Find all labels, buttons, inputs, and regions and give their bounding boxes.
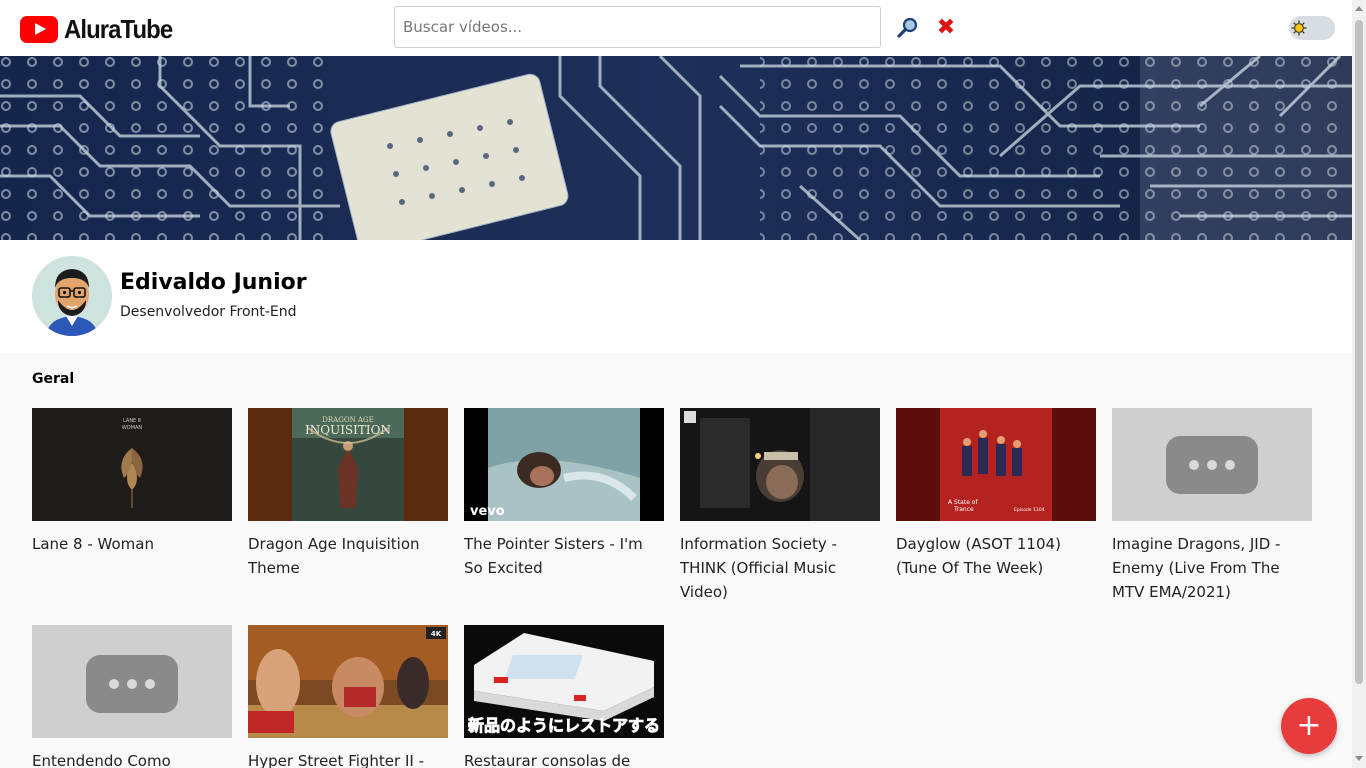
video-thumbnail[interactable]: A State of Trance Episode 1104 <box>896 408 1096 521</box>
svg-text:INQUISITION: INQUISITION <box>305 423 391 437</box>
video-thumbnail[interactable]: DRAGON AGE INQUISITION <box>248 408 448 521</box>
video-thumbnail[interactable]: 新品のようにレストアする <box>464 625 664 738</box>
search-button[interactable] <box>895 15 921 41</box>
circuit-board-image <box>0 56 1352 240</box>
svg-text:新品のようにレストアする: 新品のようにレストアする <box>468 716 660 735</box>
video-thumbnail[interactable] <box>680 408 880 521</box>
sun-icon <box>1291 20 1307 36</box>
video-title[interactable]: Dayglow (ASOT 1104) (Tune Of The Week) <box>896 532 1096 580</box>
video-title[interactable]: Entendendo Como ChatGPT <box>32 749 232 768</box>
svg-text:Episode 1104: Episode 1104 <box>1014 507 1045 513</box>
svg-text:A State of: A State of <box>948 499 978 506</box>
add-video-button[interactable]: + <box>1281 698 1337 754</box>
video-title[interactable]: Information Society - THINK (Official Mu… <box>680 532 880 604</box>
scroll-down-arrow-icon[interactable] <box>1355 756 1363 761</box>
video-thumbnail[interactable]: 4K <box>248 625 448 738</box>
page-scrollbar[interactable] <box>1352 0 1366 768</box>
video-card[interactable]: vevo The Pointer Sisters - I'm So Excite… <box>464 408 664 580</box>
magnifier-icon <box>897 17 918 38</box>
svg-text:vevo: vevo <box>470 504 505 519</box>
video-title[interactable]: Imagine Dragons, JID - Enemy (Live From … <box>1112 532 1312 604</box>
video-card[interactable]: Entendendo Como ChatGPT <box>32 625 232 768</box>
video-title[interactable]: Hyper Street Fighter II - <box>248 749 448 768</box>
youtube-play-icon <box>20 16 58 43</box>
scroll-thumb[interactable] <box>1355 20 1363 684</box>
video-thumbnail[interactable] <box>1112 408 1312 521</box>
scroll-up-arrow-icon[interactable] <box>1355 6 1363 11</box>
video-thumbnail[interactable] <box>32 625 232 738</box>
svg-text:LANE 8: LANE 8 <box>123 418 141 424</box>
video-card[interactable]: 新品のようにレストアする Restaurar consolas de jogos <box>464 625 664 768</box>
channel-banner <box>0 56 1352 240</box>
video-title[interactable]: Restaurar consolas de jogos <box>464 749 664 768</box>
video-thumbnail[interactable]: vevo <box>464 408 664 521</box>
video-title[interactable]: Dragon Age Inquisition Theme <box>248 532 448 580</box>
clear-search-button[interactable]: ✖ <box>934 16 958 40</box>
video-thumbnail[interactable]: LANE 8 WOMAN <box>32 408 232 521</box>
svg-text:WOMAN: WOMAN <box>122 425 143 431</box>
video-card[interactable]: Information Society - THINK (Official Mu… <box>680 408 880 604</box>
svg-text:Trance: Trance <box>953 506 974 513</box>
close-icon: ✖ <box>936 15 956 40</box>
video-title[interactable]: Lane 8 - Woman <box>32 532 232 556</box>
theme-toggle[interactable] <box>1289 16 1335 40</box>
video-card[interactable]: Imagine Dragons, JID - Enemy (Live From … <box>1112 408 1312 604</box>
search-input[interactable] <box>394 6 881 48</box>
avatar <box>32 256 112 336</box>
video-card[interactable]: LANE 8 WOMAN Lane 8 - Woman <box>32 408 232 556</box>
playlist-title: Geral <box>32 371 75 387</box>
svg-text:4K: 4K <box>431 630 442 638</box>
profile-role: Desenvolvedor Front-End <box>120 304 297 320</box>
profile-name: Edivaldo Junior <box>120 270 307 295</box>
profile-section: Edivaldo Junior Desenvolvedor Front-End <box>0 240 1352 353</box>
video-title[interactable]: The Pointer Sisters - I'm So Excited <box>464 532 664 580</box>
logo-text: AluraTube <box>64 14 173 44</box>
video-card[interactable]: 4K Hyper Street Fighter II - <box>248 625 448 768</box>
avatar-image <box>32 256 112 336</box>
top-header: AluraTube ✖ <box>0 0 1352 56</box>
aluratube-logo[interactable]: AluraTube <box>20 14 182 45</box>
video-card[interactable]: DRAGON AGE INQUISITION Dragon Age Inquis… <box>248 408 448 580</box>
video-card[interactable]: A State of Trance Episode 1104 Dayglow (… <box>896 408 1096 580</box>
